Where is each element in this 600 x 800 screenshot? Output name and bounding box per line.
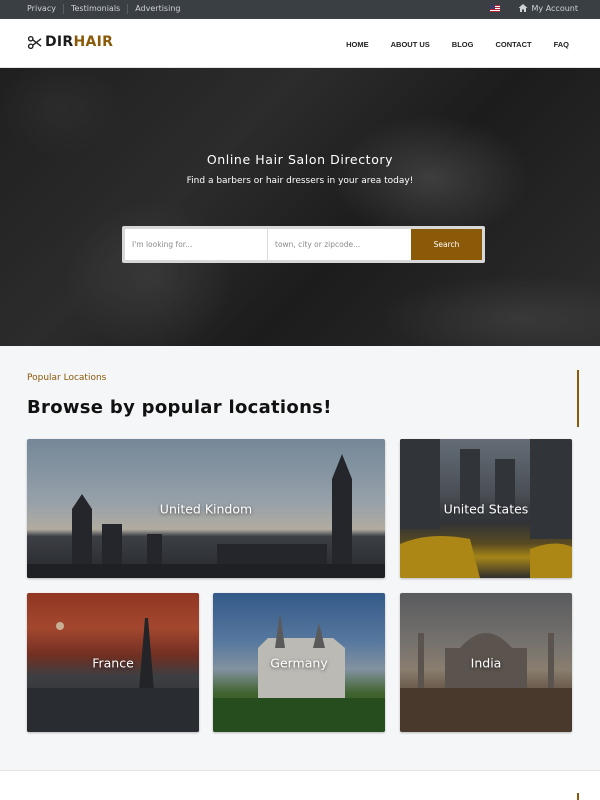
- advertising-link[interactable]: Advertising: [127, 4, 187, 14]
- location-label: United States: [443, 501, 529, 516]
- top-right: My Account: [489, 3, 578, 13]
- accent-divider-bottom: [577, 793, 579, 800]
- location-label: France: [92, 655, 134, 670]
- location-card-germany[interactable]: Germany: [213, 593, 385, 732]
- location-card-united-states[interactable]: United States: [400, 439, 572, 578]
- location-label: Germany: [270, 655, 328, 670]
- nav-blog[interactable]: BLOG: [452, 40, 474, 49]
- accent-divider: [577, 370, 579, 427]
- us-flag-icon[interactable]: [489, 4, 500, 12]
- next-section: [0, 770, 600, 800]
- nav-contact[interactable]: CONTACT: [495, 40, 531, 49]
- privacy-link[interactable]: Privacy: [27, 4, 63, 14]
- home-icon: [518, 4, 528, 12]
- testimonials-link[interactable]: Testimonials: [62, 4, 127, 14]
- location-card-france[interactable]: France: [27, 593, 199, 732]
- search-button[interactable]: Search: [411, 229, 482, 260]
- nav-about-us[interactable]: ABOUT US: [391, 40, 430, 49]
- section-tag: Popular Locations: [27, 373, 107, 383]
- main-nav: HOME ABOUT US BLOG CONTACT FAQ: [324, 40, 569, 49]
- keyword-input[interactable]: I'm looking for...: [125, 229, 268, 260]
- logo[interactable]: DIR HAIR: [27, 34, 113, 50]
- hero-subtitle: Find a barbers or hair dressers in your …: [186, 176, 414, 186]
- hero-title: Online Hair Salon Directory: [206, 152, 394, 167]
- location-label: India: [470, 655, 502, 670]
- search-form: I'm looking for... town, city or zipcode…: [122, 226, 485, 263]
- location-card-india[interactable]: India: [400, 593, 572, 732]
- logo-text-dir: DIR: [45, 34, 74, 50]
- nav-faq[interactable]: FAQ: [554, 40, 569, 49]
- location-label: United Kindom: [159, 501, 253, 516]
- my-account-link[interactable]: My Account: [532, 4, 578, 13]
- top-links: Privacy Testimonials Advertising: [27, 4, 187, 14]
- nav-home[interactable]: HOME: [346, 40, 369, 49]
- top-bar: Privacy Testimonials Advertising My Acco…: [0, 0, 600, 19]
- logo-text-hair: HAIR: [73, 34, 114, 50]
- location-card-united-kingdom[interactable]: United Kindom: [27, 439, 385, 578]
- scissors-icon: [27, 35, 42, 49]
- hero-banner: Online Hair Salon Directory Find a barbe…: [0, 68, 600, 346]
- site-header: DIR HAIR HOME ABOUT US BLOG CONTACT FAQ: [0, 19, 600, 68]
- location-input[interactable]: town, city or zipcode...: [268, 229, 411, 260]
- section-title: Browse by popular locations!: [27, 397, 332, 418]
